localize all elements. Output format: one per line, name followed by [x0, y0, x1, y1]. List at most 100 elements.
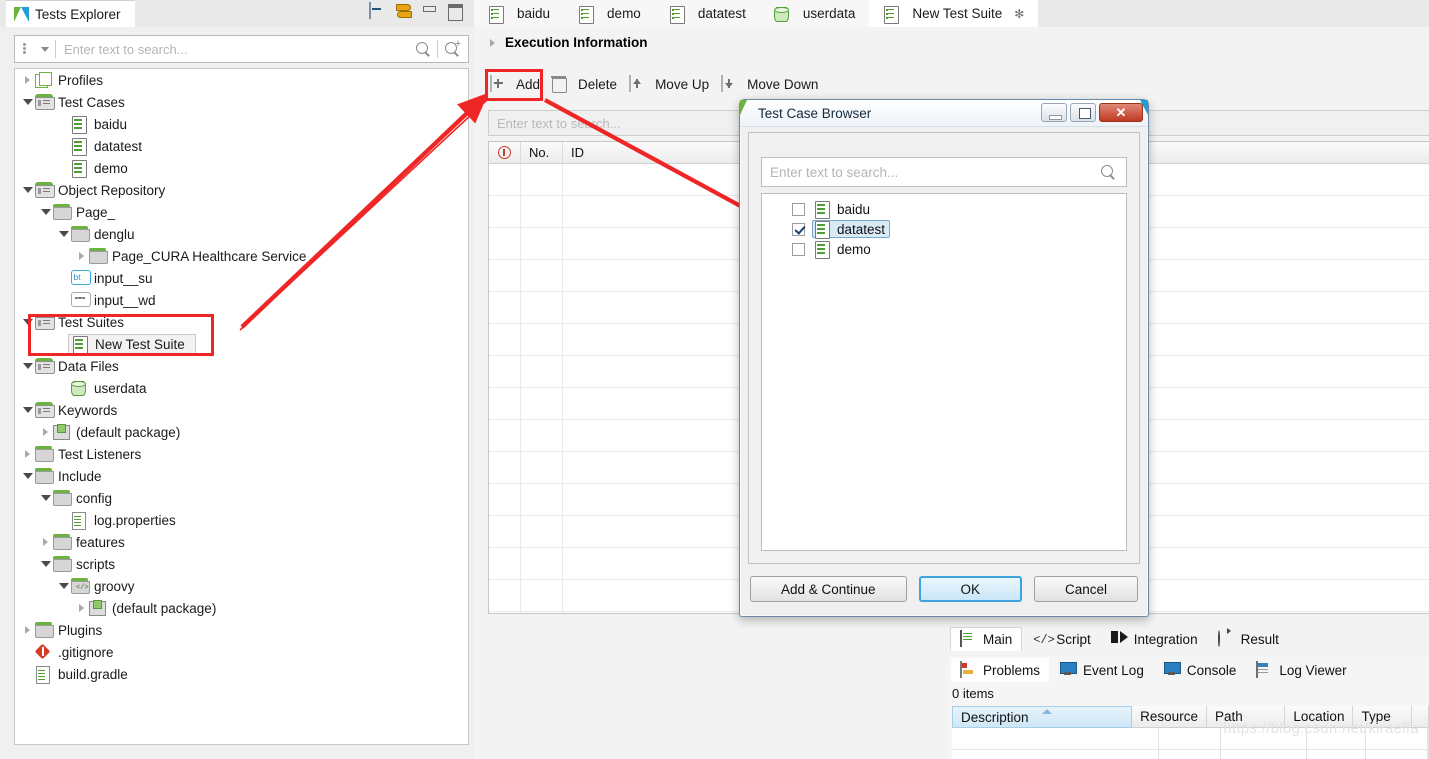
execution-information-section[interactable]: Execution Information	[474, 27, 1429, 57]
log-icon	[1256, 661, 1274, 678]
add-button[interactable]: Add	[490, 75, 540, 92]
chevron-right-icon[interactable]	[21, 623, 35, 637]
minimize-icon[interactable]	[421, 3, 438, 20]
column-header-resource[interactable]: Resource	[1132, 706, 1207, 728]
tree-item-scripts[interactable]: scripts	[15, 553, 468, 575]
tree-item-groovy[interactable]: </> groovy	[15, 575, 468, 597]
chevron-down-icon[interactable]	[21, 183, 35, 197]
column-header-no[interactable]: No.	[521, 142, 563, 163]
column-header-status[interactable]	[489, 142, 521, 163]
tree-item-config[interactable]: config	[15, 487, 468, 509]
tree-item-test-listeners[interactable]: Test Listeners	[15, 443, 468, 465]
editor-tab-datatest[interactable]: datatest	[654, 0, 760, 27]
tree-item-keywords[interactable]: Keywords	[15, 399, 468, 421]
tree-item-default-package[interactable]: (default package)	[15, 597, 468, 619]
chevron-right-icon[interactable]	[75, 601, 89, 615]
chevron-down-icon[interactable]	[21, 359, 35, 373]
maximize-button[interactable]	[1070, 103, 1096, 122]
chevron-down-icon[interactable]	[57, 579, 71, 593]
explorer-search-input[interactable]	[56, 36, 407, 62]
column-header-description[interactable]: Description	[952, 706, 1133, 728]
collapse-all-icon[interactable]	[369, 2, 386, 20]
dialog-list-item-baidu[interactable]: baidu	[762, 199, 1126, 219]
bottom-tab-script[interactable]: </> Script	[1024, 628, 1100, 650]
search-icon[interactable]	[1100, 164, 1116, 180]
tree-item-datatest[interactable]: datatest	[15, 135, 468, 157]
tree-item-build-gradle[interactable]: build.gradle	[15, 663, 468, 685]
checkbox-baidu[interactable]	[792, 202, 805, 216]
add-continue-button[interactable]: Add & Continue	[749, 576, 907, 602]
table-cell	[489, 388, 521, 419]
tree-item-baidu[interactable]: baidu	[15, 113, 468, 135]
close-button[interactable]	[1099, 103, 1143, 122]
tree-item-default-package[interactable]: (default package)	[15, 421, 468, 443]
ok-button[interactable]: OK	[918, 576, 1023, 602]
cancel-button[interactable]: Cancel	[1034, 576, 1139, 602]
tree-item-profiles[interactable]: Profiles	[15, 69, 468, 91]
close-icon[interactable]: ✻	[1014, 7, 1024, 21]
problems-tab-problems[interactable]: Problems	[951, 658, 1050, 682]
editor-tab-demo[interactable]: demo	[564, 0, 655, 27]
chevron-down-icon[interactable]	[39, 491, 53, 505]
problems-tab-log-viewer[interactable]: Log Viewer	[1247, 658, 1355, 682]
move-down-button[interactable]: Move Down	[721, 75, 818, 92]
tree-item-userdata[interactable]: userdata	[15, 377, 468, 399]
checkbox-demo[interactable]	[792, 242, 805, 256]
minimize-button[interactable]	[1041, 103, 1067, 122]
bottom-tab-main[interactable]: Main	[950, 627, 1023, 651]
dialog-titlebar[interactable]: Test Case Browser	[740, 100, 1148, 127]
chevron-down-icon[interactable]	[21, 95, 35, 109]
tree-item-page-cura-healthcare-service[interactable]: Page_CURA Healthcare Service	[15, 245, 468, 267]
tests-explorer-tree[interactable]: Profiles Test Cases baidu datatest demo Objec…	[14, 68, 469, 745]
tree-item-log-properties[interactable]: log.properties	[15, 509, 468, 531]
tree-item-plugins[interactable]: Plugins	[15, 619, 468, 641]
tree-item-features[interactable]: features	[15, 531, 468, 553]
bottom-tab-result[interactable]: Result	[1209, 628, 1288, 650]
tree-item-object-repository[interactable]: Object Repository	[15, 179, 468, 201]
search-icon[interactable]	[415, 41, 431, 57]
tree-item-input-su[interactable]: bt input__su	[15, 267, 468, 289]
chevron-right-icon[interactable]	[75, 249, 89, 263]
tab-tests-explorer[interactable]: Tests Explorer	[6, 0, 135, 27]
tree-item-wrap: (default package)	[53, 424, 180, 440]
filter-dropdown-button[interactable]	[15, 36, 55, 62]
editor-tab-userdata[interactable]: userdata	[759, 0, 870, 27]
chevron-down-icon[interactable]	[21, 315, 35, 329]
chevron-right-icon[interactable]	[486, 36, 498, 48]
tree-item-new-test-suite[interactable]: New Test Suite	[15, 333, 468, 355]
tree-item-input-wd[interactable]: input__wd	[15, 289, 468, 311]
dialog-search-input[interactable]	[762, 163, 1100, 181]
tree-item-denglu[interactable]: denglu	[15, 223, 468, 245]
tree-item-include[interactable]: Include	[15, 465, 468, 487]
search-add-icon[interactable]: +	[444, 39, 461, 57]
problems-tab-console[interactable]: Console	[1155, 658, 1246, 682]
tree-item-gitignore[interactable]: .gitignore	[15, 641, 468, 663]
chevron-down-icon[interactable]	[21, 469, 35, 483]
move-up-button[interactable]: Move Up	[629, 75, 709, 92]
chevron-right-icon[interactable]	[39, 535, 53, 549]
tree-item-test-suites[interactable]: Test Suites	[15, 311, 468, 333]
table-row[interactable]	[952, 750, 1429, 759]
tree-item-page[interactable]: Page_	[15, 201, 468, 223]
checkbox-datatest[interactable]	[792, 222, 805, 236]
bottom-tab-integration[interactable]: Integration	[1102, 628, 1207, 650]
tree-item-demo[interactable]: demo	[15, 157, 468, 179]
chevron-down-icon[interactable]	[39, 557, 53, 571]
tree-item-data-files[interactable]: Data Files	[15, 355, 468, 377]
chevron-down-icon[interactable]	[21, 403, 35, 417]
chevron-down-icon[interactable]	[39, 205, 53, 219]
tree-item-test-cases[interactable]: Test Cases	[15, 91, 468, 113]
problems-tab-event-log[interactable]: Event Log	[1051, 658, 1153, 682]
chevron-right-icon[interactable]	[39, 425, 53, 439]
chevron-right-icon[interactable]	[21, 447, 35, 461]
link-with-editor-icon[interactable]	[395, 3, 412, 20]
dialog-test-case-list[interactable]: baidu datatest demo	[761, 193, 1127, 551]
maximize-icon[interactable]	[447, 3, 464, 20]
dialog-list-item-demo[interactable]: demo	[762, 239, 1126, 259]
dialog-list-item-datatest[interactable]: datatest	[762, 219, 1126, 239]
editor-tab-new-test-suite[interactable]: New Test Suite ✻	[869, 0, 1039, 27]
editor-tab-baidu[interactable]: baidu	[474, 0, 565, 27]
chevron-down-icon[interactable]	[57, 227, 71, 241]
chevron-right-icon[interactable]	[21, 73, 35, 87]
delete-button[interactable]: Delete	[552, 76, 617, 92]
